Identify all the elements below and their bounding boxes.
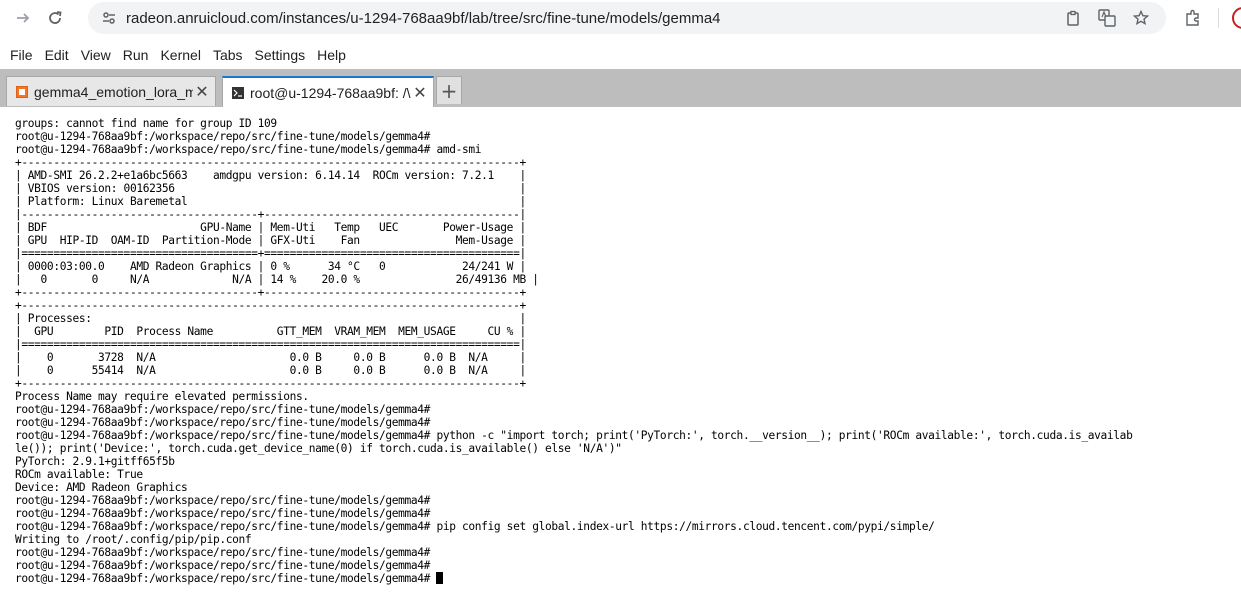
profile-avatar-icon[interactable]	[1232, 7, 1241, 29]
url-text[interactable]: radeon.anruicloud.com/instances/u-1294-7…	[126, 10, 721, 27]
terminal-output: groups: cannot find name for group ID 10…	[15, 117, 1133, 585]
terminal-line: root@u-1294-768aa9bf:/workspace/repo/src…	[15, 403, 431, 416]
terminal-line: root@u-1294-768aa9bf:/workspace/repo/src…	[15, 494, 431, 507]
terminal-line: ROCm available: True	[15, 468, 143, 481]
reload-button[interactable]	[40, 3, 70, 33]
terminal-line: root@u-1294-768aa9bf:/workspace/repo/src…	[15, 507, 431, 520]
forward-button[interactable]	[8, 3, 38, 33]
terminal-line: root@u-1294-768aa9bf:/workspace/repo/src…	[15, 416, 431, 429]
toolbar-divider	[1218, 8, 1219, 28]
terminal-line: |=======================================…	[15, 338, 526, 351]
terminal-line: root@u-1294-768aa9bf:/workspace/repo/src…	[15, 559, 431, 572]
site-info-icon[interactable]	[96, 5, 122, 31]
menu-tabs[interactable]: Tabs	[207, 42, 249, 68]
tab-terminal[interactable]: root@u-1294-768aa9bf: /\ ✕	[222, 76, 434, 107]
terminal-line: | Platform: Linux Baremetal |	[15, 195, 526, 208]
menu-bar: File Edit View Run Kernel Tabs Settings …	[0, 42, 1241, 68]
menu-help[interactable]: Help	[311, 42, 352, 68]
terminal-line: | 0000:03:00.0 AMD Radeon Graphics | 0 %…	[15, 260, 526, 273]
menu-settings[interactable]: Settings	[249, 42, 312, 68]
terminal-line: Device: AMD Radeon Graphics	[15, 481, 188, 494]
terminal-line: Writing to /root/.config/pip/pip.conf	[15, 533, 252, 546]
terminal-line: root@u-1294-768aa9bf:/workspace/repo/src…	[15, 429, 1133, 442]
address-bar[interactable]: radeon.anruicloud.com/instances/u-1294-7…	[88, 2, 1166, 34]
close-icon[interactable]: ✕	[193, 82, 211, 102]
close-icon[interactable]: ✕	[411, 83, 429, 103]
plus-icon: +	[440, 78, 458, 103]
terminal-line: le()); print('Device:', torch.cuda.get_d…	[15, 442, 622, 455]
terminal-cursor	[436, 572, 444, 584]
terminal-line: Process Name may require elevated permis…	[15, 390, 309, 403]
terminal-line: |-------------------------------------+-…	[15, 208, 526, 221]
terminal-line: root@u-1294-768aa9bf:/workspace/repo/src…	[15, 572, 437, 585]
menu-file[interactable]: File	[4, 42, 39, 68]
star-icon[interactable]	[1126, 3, 1156, 33]
terminal-line: +---------------------------------------…	[15, 299, 526, 312]
tab-label: gemma4_emotion_lora_mc	[34, 83, 193, 100]
menu-kernel[interactable]: Kernel	[154, 42, 206, 68]
tab-label: root@u-1294-768aa9bf: /\	[250, 84, 411, 101]
terminal-line: PyTorch: 2.9.1+gitff65f5b	[15, 455, 175, 468]
arrow-right-icon	[17, 13, 30, 23]
terminal-line: |=====================================+=…	[15, 247, 526, 260]
terminal-line: | 0 55414 N/A 0.0 B 0.0 B 0.0 B N/A |	[15, 364, 526, 377]
translate-icon[interactable]	[1092, 3, 1122, 33]
terminal-line: +-------------------------------------+-…	[15, 286, 526, 299]
terminal-line: | Processes: |	[15, 312, 526, 325]
terminal-line: groups: cannot find name for group ID 10…	[15, 117, 277, 130]
terminal-line: | 0 3728 N/A 0.0 B 0.0 B 0.0 B N/A |	[15, 351, 526, 364]
terminal-line: | AMD-SMI 26.2.2+e1a6bc5663 amdgpu versi…	[15, 169, 526, 182]
terminal-line: | 0 0 N/A N/A | 14 % 20.0 % 26/49136 MB …	[15, 273, 539, 286]
notebook-icon	[16, 85, 28, 98]
browser-toolbar: radeon.anruicloud.com/instances/u-1294-7…	[0, 0, 1241, 36]
terminal-line: root@u-1294-768aa9bf:/workspace/repo/src…	[15, 143, 482, 156]
terminal-panel[interactable]: groups: cannot find name for group ID 10…	[8, 108, 1241, 596]
terminal-line: | VBIOS version: 00162356 |	[15, 182, 526, 195]
menu-edit[interactable]: Edit	[39, 42, 75, 68]
terminal-icon	[232, 86, 244, 99]
menu-view[interactable]: View	[75, 42, 117, 68]
add-tab-button[interactable]: +	[436, 76, 462, 104]
terminal-line: root@u-1294-768aa9bf:/workspace/repo/src…	[15, 130, 431, 143]
terminal-line: +---------------------------------------…	[15, 377, 526, 390]
tab-notebook[interactable]: gemma4_emotion_lora_mc ✕	[6, 76, 216, 106]
extensions-icon[interactable]	[1178, 3, 1208, 33]
reload-icon	[49, 11, 62, 24]
clipboard-icon[interactable]	[1058, 3, 1088, 33]
document-tab-bar: gemma4_emotion_lora_mc ✕ root@u-1294-768…	[0, 69, 1241, 107]
terminal-line: | BDF GPU-Name | Mem-Uti Temp UEC Power-…	[15, 221, 526, 234]
terminal-line: root@u-1294-768aa9bf:/workspace/repo/src…	[15, 520, 935, 533]
menu-run[interactable]: Run	[117, 42, 155, 68]
terminal-line: | GPU PID Process Name GTT_MEM VRAM_MEM …	[15, 325, 526, 338]
terminal-line: +---------------------------------------…	[15, 156, 526, 169]
terminal-line: | GPU HIP-ID OAM-ID Partition-Mode | GFX…	[15, 234, 526, 247]
terminal-line: root@u-1294-768aa9bf:/workspace/repo/src…	[15, 546, 431, 559]
